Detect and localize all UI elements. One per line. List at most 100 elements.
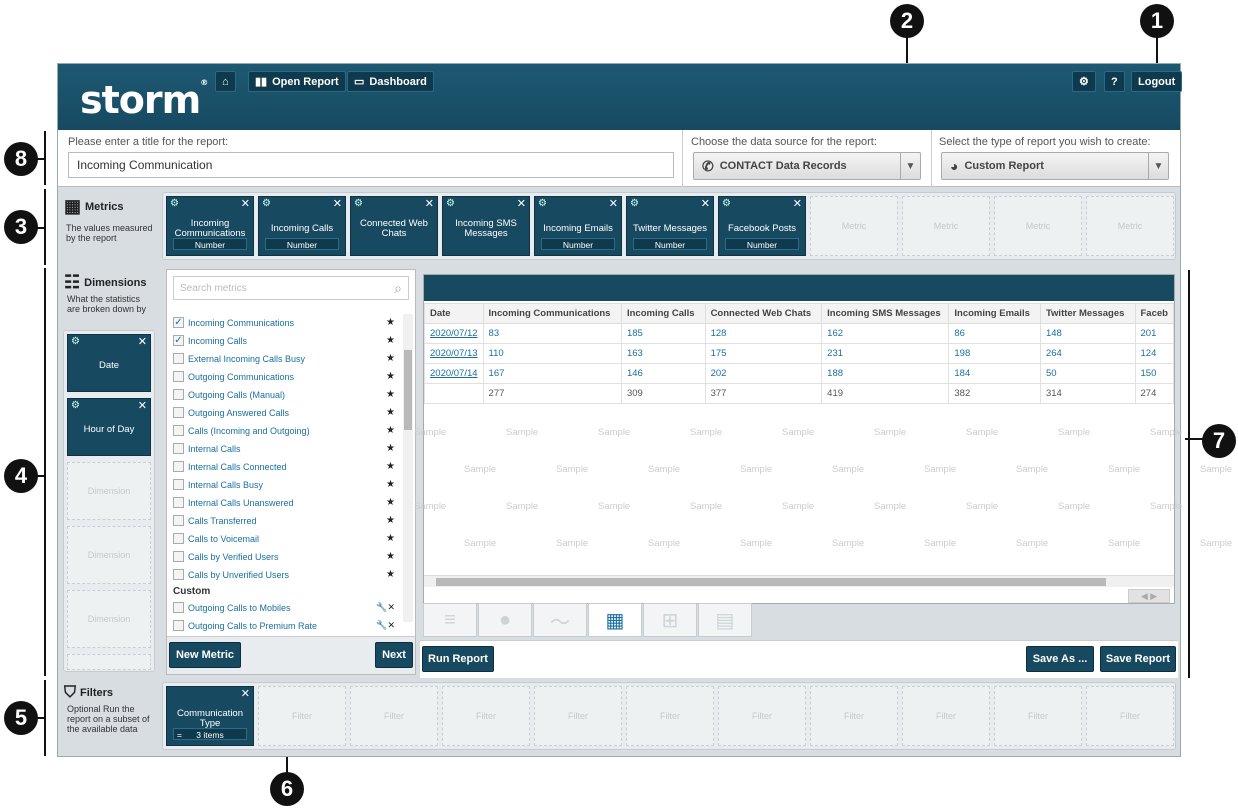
checkbox[interactable] [173,443,184,454]
gear-icon[interactable]: ⚙ [630,198,639,209]
metric-slot[interactable]: Metric [902,196,990,256]
gear-icon[interactable]: ⚙ [262,198,271,209]
star-icon[interactable]: ★ [386,533,395,544]
list-item[interactable]: Calls by Verified Users ★ [173,548,397,565]
list-item[interactable]: Internal Calls Busy ★ [173,476,397,493]
checkbox[interactable] [173,602,184,613]
close-icon[interactable]: ✕ [609,197,618,210]
checkbox[interactable] [173,371,184,382]
filter-slot[interactable]: Filter [718,686,806,746]
list-item[interactable]: External Incoming Calls Busy ★ [173,350,397,367]
star-icon[interactable]: ★ [386,569,395,580]
picker-scrollbar[interactable] [403,314,413,622]
scroll-thumb[interactable] [404,350,412,430]
filter-slot[interactable]: Filter [626,686,714,746]
settings-button[interactable]: ⚙ [1072,71,1096,92]
checkbox[interactable]: ✓ [173,335,184,346]
checkbox[interactable]: ✓ [173,317,184,328]
table-horizontal-scrollbar[interactable] [424,575,1174,587]
list-item[interactable]: ✓ Incoming Communications ★ [173,314,397,331]
home-button[interactable]: ⌂ [215,71,236,92]
edit-delete-icons[interactable]: 🔧✕ [376,620,395,631]
list-item[interactable]: Outgoing Answered Calls ★ [173,404,397,421]
col-incoming-communications[interactable]: Incoming Communications [482,303,622,324]
gear-icon[interactable]: ⚙ [71,400,80,411]
pivot-tab[interactable]: ⊞ [643,603,697,637]
list-item[interactable]: Outgoing Calls (Manual) ★ [173,386,397,403]
filter-slot[interactable]: Filter [1086,686,1174,746]
col-connected-web-chats[interactable]: Connected Web Chats [704,303,823,324]
star-icon[interactable]: ★ [386,515,395,526]
checkbox[interactable] [173,569,184,580]
list-item[interactable]: Calls by Unverified Users ★ [173,566,397,583]
list-item[interactable]: Outgoing Calls to Premium Rate 🔧✕ [173,617,397,634]
run-report-button[interactable]: Run Report [422,646,494,672]
list-item[interactable]: Calls Transferred ★ [173,512,397,529]
help-button[interactable]: ? [1104,71,1125,92]
metric-chip[interactable]: ⚙ ✕ Connected Web Chats [350,196,438,256]
filter-slot[interactable]: Filter [442,686,530,746]
star-icon[interactable]: ★ [386,461,395,472]
metric-chip[interactable]: ⚙ ✕ Incoming Calls Number [258,196,346,256]
dashboard-button[interactable]: ▭ Dashboard [347,71,434,92]
filter-slot[interactable]: Filter [350,686,438,746]
dimension-slot[interactable]: Dimension [67,526,151,584]
close-icon[interactable]: ✕ [333,197,342,210]
date-link[interactable]: 2020/07/12 [424,323,484,344]
checkbox[interactable] [173,533,184,544]
col-incoming-emails[interactable]: Incoming Emails [948,303,1041,324]
logout-button[interactable]: Logout [1131,71,1183,92]
close-icon[interactable]: ✕ [701,197,710,210]
checkbox[interactable] [173,425,184,436]
checkbox[interactable] [173,620,184,631]
star-icon[interactable]: ★ [386,479,395,490]
metric-slot[interactable]: Metric [1086,196,1174,256]
close-icon[interactable]: ✕ [138,399,147,412]
search-metrics-input[interactable]: Search metrics ⌕ [173,276,409,300]
close-icon[interactable]: ✕ [793,197,802,210]
list-item[interactable]: Calls (Incoming and Outgoing) ★ [173,422,397,439]
filter-chip[interactable]: ✕ Communication Type = 3 items [166,686,254,746]
col-facebook-posts[interactable]: Faceb [1134,303,1174,324]
filter-slot[interactable]: Filter [902,686,990,746]
dimension-chip[interactable]: ⚙ ✕ Hour of Day [67,398,151,456]
save-report-button[interactable]: Save Report [1100,646,1176,672]
col-incoming-calls[interactable]: Incoming Calls [620,303,706,324]
list-item[interactable]: Internal Calls ★ [173,440,397,457]
list-item[interactable]: Internal Calls Unanswered ★ [173,494,397,511]
date-link[interactable]: 2020/07/14 [424,363,484,384]
dimension-slot[interactable]: Dimension [67,590,151,648]
metric-chip[interactable]: ⚙ ✕ Incoming SMS Messages [442,196,530,256]
gear-icon[interactable]: ⚙ [722,198,731,209]
scroll-thumb[interactable] [436,578,1106,586]
close-icon[interactable]: ✕ [241,687,250,700]
close-icon[interactable]: ✕ [241,197,250,210]
star-icon[interactable]: ★ [386,371,395,382]
list-item[interactable]: Outgoing Communications ★ [173,368,397,385]
grid-tab[interactable]: ▤ [698,603,752,637]
checkbox[interactable] [173,353,184,364]
checkbox[interactable] [173,515,184,526]
checkbox[interactable] [173,461,184,472]
col-twitter-messages[interactable]: Twitter Messages [1039,303,1136,324]
star-icon[interactable]: ★ [386,353,395,364]
metric-chip[interactable]: ⚙ ✕ Incoming Communications Number [166,196,254,256]
table-tab[interactable]: ▦ [588,603,642,637]
pie-chart-tab[interactable]: ● [478,603,532,637]
close-icon[interactable]: ✕ [138,335,147,348]
gear-icon[interactable]: ⚙ [170,198,179,209]
edit-delete-icons[interactable]: 🔧✕ [376,602,395,613]
star-icon[interactable]: ★ [386,443,395,454]
save-as-button[interactable]: Save As ... [1026,646,1094,672]
data-source-select[interactable]: ✆ CONTACT Data Records ▼ [693,152,921,180]
star-icon[interactable]: ★ [386,425,395,436]
next-button[interactable]: Next [375,642,413,668]
list-item[interactable]: Outgoing Calls to Mobiles 🔧✕ [173,599,397,616]
report-title-input[interactable]: Incoming Communication [68,152,674,178]
col-incoming-sms[interactable]: Incoming SMS Messages [821,303,950,324]
pager-arrows[interactable]: ◀ ▶ [1128,589,1170,603]
filter-slot[interactable]: Filter [534,686,622,746]
metric-chip[interactable]: ⚙ ✕ Twitter Messages Number [626,196,714,256]
list-item[interactable]: Internal Calls Connected ★ [173,458,397,475]
search-icon[interactable]: ⌕ [394,280,402,297]
